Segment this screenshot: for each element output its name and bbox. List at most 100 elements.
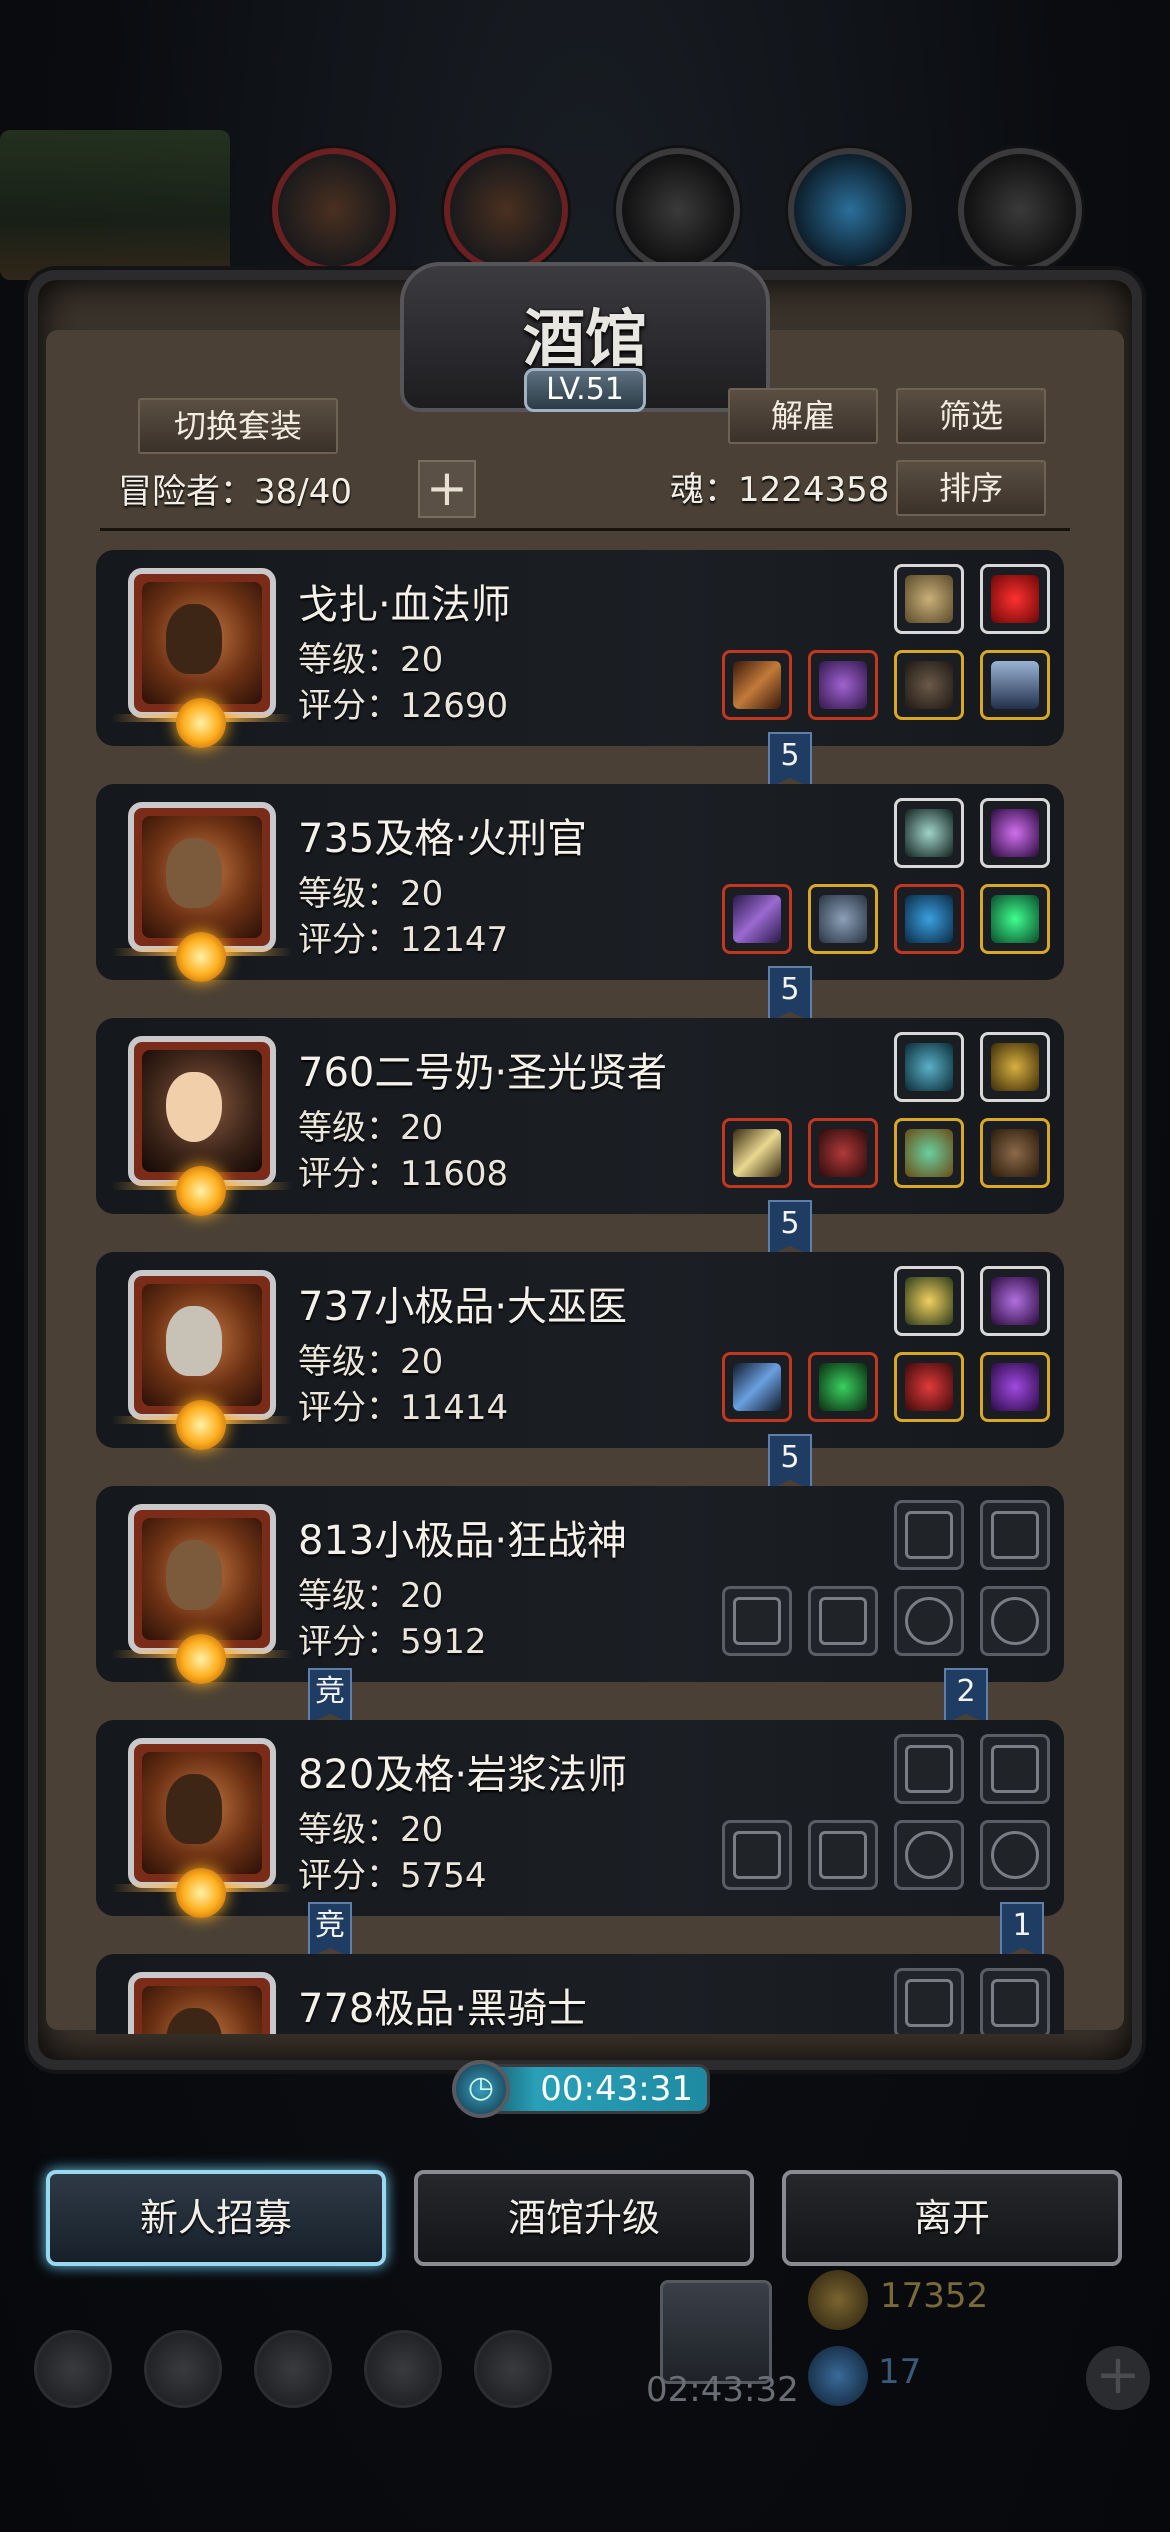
compass-icon[interactable] xyxy=(894,564,964,634)
staff-icon[interactable] xyxy=(722,650,792,720)
lantern-icon[interactable] xyxy=(894,1266,964,1336)
mail-icon[interactable] xyxy=(364,2330,442,2408)
gold-amount: 17352 xyxy=(880,2276,989,2316)
hero-card[interactable]: 813小极品·狂战神 等级：20 评分：5912 xyxy=(96,1486,1064,1684)
stone-resource-icon xyxy=(616,148,740,272)
gem-amount: 17 xyxy=(878,2352,922,2392)
hero-name: 813小极品·狂战神 xyxy=(298,1518,628,1564)
plus-icon[interactable]: + xyxy=(418,460,476,518)
hero-name: 735及格·火刑官 xyxy=(298,816,588,862)
emerald-icon[interactable] xyxy=(980,884,1050,954)
emblem-icon[interactable] xyxy=(894,798,964,868)
sword-icon[interactable] xyxy=(980,650,1050,720)
ring-slot-icon[interactable] xyxy=(980,1586,1050,1656)
star-icon xyxy=(176,1868,226,1918)
ring-icon[interactable] xyxy=(980,1352,1050,1422)
hero-level: 等级：20 xyxy=(298,640,444,680)
enhance-badge: 5 xyxy=(768,1200,812,1256)
castle-icon[interactable] xyxy=(254,2330,332,2408)
hero-level: 等级：20 xyxy=(298,1576,444,1616)
empty-slot-icon[interactable] xyxy=(894,1734,964,1804)
hero-portrait xyxy=(128,1036,276,1186)
lantern-icon[interactable] xyxy=(980,1032,1050,1102)
tunic-icon[interactable] xyxy=(808,1352,878,1422)
hero-portrait xyxy=(128,568,276,718)
switch-outfit-button[interactable]: 切换套装 xyxy=(138,398,338,454)
recruit-button[interactable]: 新人招募 xyxy=(46,2170,386,2266)
map-icon[interactable] xyxy=(474,2330,552,2408)
red-gem-icon[interactable] xyxy=(980,564,1050,634)
hero-card[interactable]: 760二号奶·圣光贤者 等级：20 评分：11608 xyxy=(96,1018,1064,1216)
crystal-resource-icon xyxy=(788,148,912,272)
ring-slot-icon[interactable] xyxy=(894,1820,964,1890)
hero-level: 等级：20 xyxy=(298,874,444,914)
gauntlet-icon[interactable] xyxy=(894,884,964,954)
hero-portrait xyxy=(128,1504,276,1654)
amulet-icon[interactable] xyxy=(894,1118,964,1188)
enhance-badge: 5 xyxy=(768,732,812,788)
armor-slot-icon[interactable] xyxy=(808,1586,878,1656)
meat-resource-icon xyxy=(272,148,396,272)
leave-button[interactable]: 离开 xyxy=(782,2170,1122,2266)
hero-list[interactable]: 戈扎·血法师 等级：20 评分：12690 5 735及格·火刑官 等级：20 … xyxy=(92,544,1082,2034)
armor-icon[interactable] xyxy=(894,650,964,720)
hero-score: 评分：11608 xyxy=(298,1154,509,1194)
hero-card[interactable]: 737小极品·大巫医 等级：20 评分：11414 xyxy=(96,1252,1064,1450)
hero-card[interactable]: 778极品·黑骑士 xyxy=(96,1954,1064,2034)
helmet-icon[interactable] xyxy=(808,650,878,720)
add-currency-icon[interactable]: + xyxy=(1086,2346,1150,2410)
hammer-icon[interactable] xyxy=(722,1118,792,1188)
hero-name: 820及格·岩浆法师 xyxy=(298,1752,628,1798)
mask-icon[interactable] xyxy=(980,1118,1050,1188)
lantern-icon[interactable] xyxy=(980,798,1050,868)
empty-slot-icon[interactable] xyxy=(980,1734,1050,1804)
hero-level: 等级：20 xyxy=(298,1108,444,1148)
hero-name: 戈扎·血法师 xyxy=(298,582,511,628)
hero-card[interactable]: 820及格·岩浆法师 等级：20 评分：5754 xyxy=(96,1720,1064,1918)
arena-badge: 竞 xyxy=(308,1668,352,1724)
gift-icon[interactable] xyxy=(660,2280,772,2384)
adventurer-count: 冒险者：38/40 xyxy=(118,472,352,512)
enhance-badge: 1 xyxy=(1000,1902,1044,1958)
staff-slot-icon[interactable] xyxy=(722,1820,792,1890)
wand-icon[interactable] xyxy=(722,1352,792,1422)
empty-slot-icon[interactable] xyxy=(980,1500,1050,1570)
chestplate-icon[interactable] xyxy=(808,884,878,954)
iron-resource-icon xyxy=(958,148,1082,272)
star-icon xyxy=(176,1166,226,1216)
hero-portrait xyxy=(128,1738,276,1888)
divider xyxy=(100,528,1070,531)
relic-icon[interactable] xyxy=(894,1032,964,1102)
ring-slot-icon[interactable] xyxy=(894,1586,964,1656)
sort-button[interactable]: 排序 xyxy=(896,460,1046,516)
hero-portrait xyxy=(128,802,276,952)
upgrade-tavern-button[interactable]: 酒馆升级 xyxy=(414,2170,754,2266)
enhance-badge: 5 xyxy=(768,966,812,1022)
shield-icon[interactable] xyxy=(144,2330,222,2408)
ring-slot-icon[interactable] xyxy=(980,1820,1050,1890)
hero-portrait xyxy=(128,1270,276,1420)
settings-icon[interactable] xyxy=(34,2330,112,2408)
hero-name: 737小极品·大巫医 xyxy=(298,1284,628,1330)
hero-score: 评分：11414 xyxy=(298,1388,509,1428)
dismiss-button[interactable]: 解雇 xyxy=(728,388,878,444)
armor-slot-icon[interactable] xyxy=(808,1820,878,1890)
hero-card[interactable]: 戈扎·血法师 等级：20 评分：12690 xyxy=(96,550,1064,748)
tavern-level-badge: LV.51 xyxy=(524,368,646,412)
panel-title: 酒馆 xyxy=(522,302,647,375)
necklace-icon[interactable] xyxy=(894,1352,964,1422)
empty-slot-icon[interactable] xyxy=(980,1968,1050,2034)
hero-card[interactable]: 735及格·火刑官 等级：20 评分：12147 xyxy=(96,784,1064,982)
hero-name: 778极品·黑骑士 xyxy=(298,1986,588,2032)
scepter-icon[interactable] xyxy=(722,884,792,954)
potion-icon[interactable] xyxy=(980,1266,1050,1336)
clock-icon: ◷ xyxy=(452,2060,510,2118)
empty-slot-icon[interactable] xyxy=(894,1968,964,2034)
axe-slot-icon[interactable] xyxy=(722,1586,792,1656)
star-icon xyxy=(176,1634,226,1684)
empty-slot-icon[interactable] xyxy=(894,1500,964,1570)
star-icon xyxy=(176,1400,226,1450)
robe-icon[interactable] xyxy=(808,1118,878,1188)
filter-button[interactable]: 筛选 xyxy=(896,388,1046,444)
gift-timer: 02:43:32 xyxy=(646,2370,799,2410)
